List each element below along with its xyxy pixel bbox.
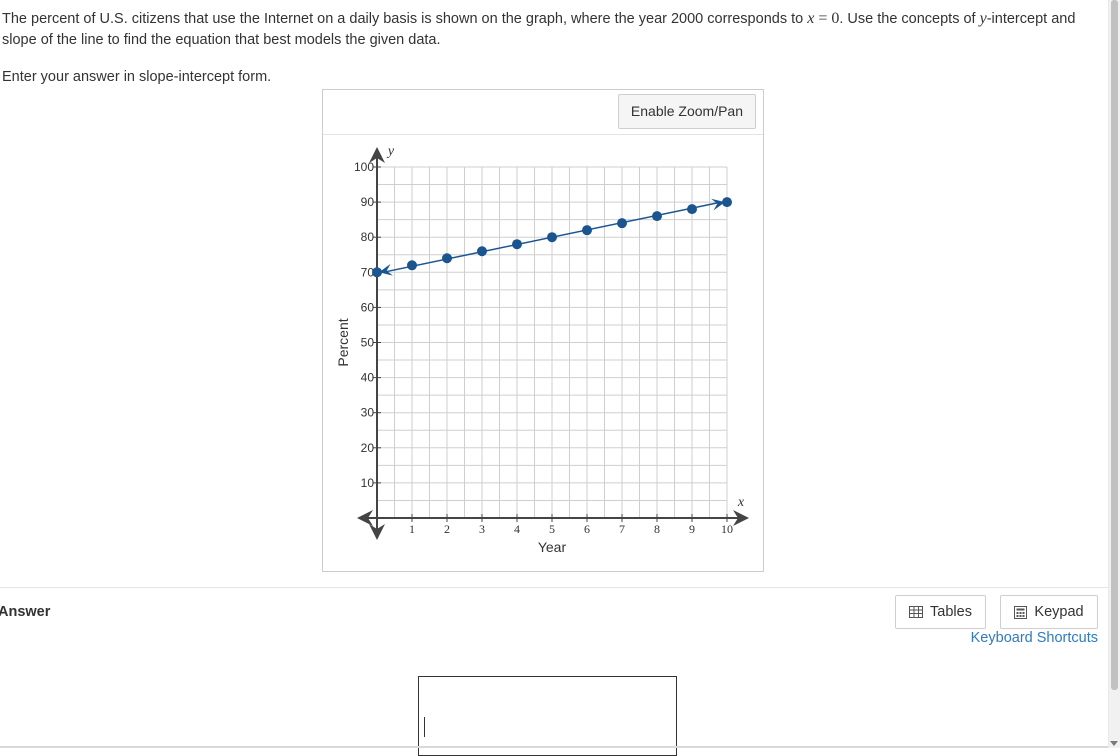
data-point [722,197,732,208]
math-equals-zero: = 0 [814,10,840,27]
data-point [547,232,557,243]
math-variable-y: y [979,10,987,27]
data-point [617,218,627,229]
x-tick-label: 2 [444,522,450,536]
data-point [582,225,592,236]
y-tick-label: 60 [361,300,375,314]
data-point [442,253,452,264]
scrollbar-thumb[interactable] [1111,0,1118,690]
vertical-scrollbar[interactable] [1108,0,1120,748]
x-axis-title: Year [538,539,567,555]
y-tick-label: 20 [361,441,375,455]
scroll-down-arrow-icon[interactable] [1110,741,1118,746]
y-tick-label: 30 [361,406,375,420]
text-caret [424,717,425,737]
y-axis-title: Percent [335,318,351,366]
x-tick-label: 3 [479,522,485,536]
x-axis-variable-label: x [737,495,745,510]
x-tick-label: 9 [689,522,695,536]
answer-input[interactable] [418,676,677,756]
tables-button-label: Tables [930,604,972,620]
enable-zoom-pan-button[interactable]: Enable Zoom/Pan [617,94,756,129]
data-point [407,260,417,271]
instruction-text: Enter your answer in slope-intercept for… [2,69,272,85]
data-point [652,211,662,222]
x-tick-label: 1 [409,522,415,536]
x-tick-label: 8 [654,522,660,536]
data-point [687,204,697,215]
data-point [512,239,522,250]
y-tick-label: 40 [361,371,375,385]
problem-text-part1: The percent of U.S. citizens that use th… [2,11,808,27]
keypad-button-label: Keypad [1034,604,1084,620]
x-tick-label: 5 [549,522,555,536]
section-divider [0,587,1108,588]
tables-button[interactable]: Tables [895,595,986,629]
y-tick-label: 90 [361,195,375,209]
problem-text-part2: . Use the concepts of [839,11,980,27]
graph-toolbar: Enable Zoom/Pan [323,90,763,135]
calculator-icon [1014,605,1028,619]
data-point [477,246,487,257]
x-tick-label: 4 [514,522,520,536]
table-icon [909,606,924,618]
x-tick-label: 7 [619,522,625,536]
scatter-chart: 1 2 3 4 5 6 7 8 9 10102030405060708090100xyYearPe… [335,144,749,555]
y-tick-label: 100 [354,160,374,174]
data-point [372,267,382,278]
y-axis-variable-label: y [386,144,395,159]
y-tick-label: 80 [361,230,375,244]
problem-statement: The percent of U.S. citizens that use th… [2,8,1082,51]
keyboard-shortcuts-link[interactable]: Keyboard Shortcuts [971,630,1098,646]
keypad-button[interactable]: Keypad [1000,595,1098,629]
answer-label: Answer [0,604,51,620]
x-tick-label: 6 [584,522,590,536]
y-tick-label: 10 [361,476,375,490]
y-tick-label: 50 [361,336,375,350]
x-tick-label: 10 [721,522,733,536]
